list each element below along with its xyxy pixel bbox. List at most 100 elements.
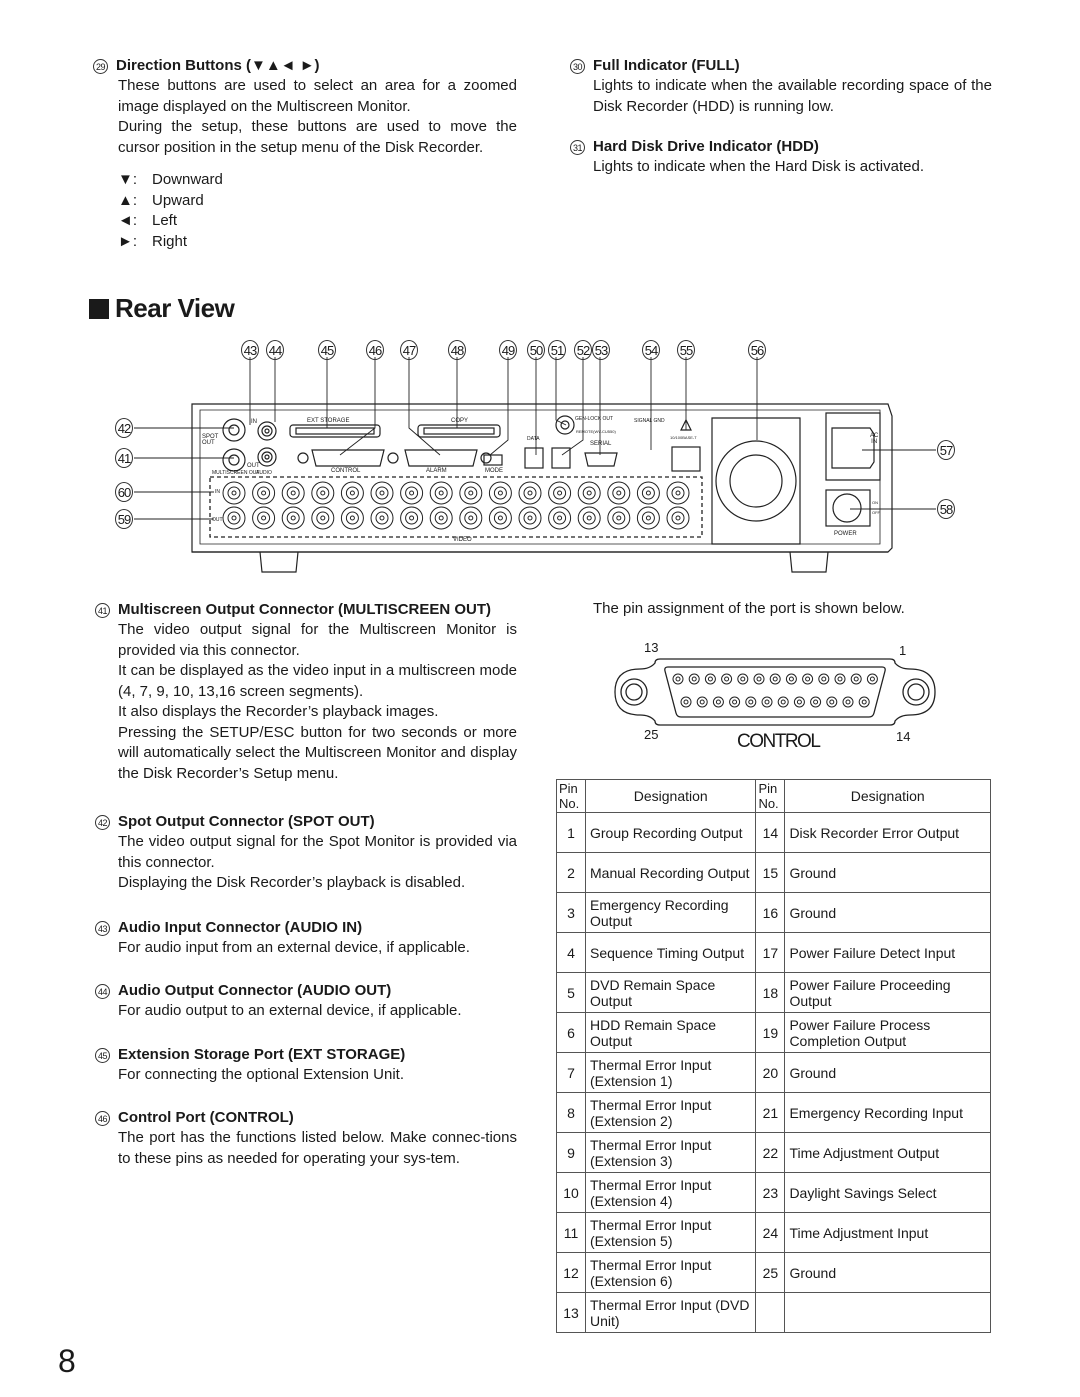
- pin-number: 13: [556, 1292, 586, 1333]
- bnc-connector: [671, 486, 685, 500]
- pin-number: 9: [556, 1132, 586, 1173]
- pin-intro: The pin assignment of the port is shown …: [593, 600, 905, 617]
- bnc-connector: [586, 490, 592, 496]
- bnc-connector: [612, 511, 626, 525]
- arrow-down-icon: ▼:: [118, 171, 138, 188]
- bnc-connector: [607, 481, 631, 505]
- db25-connector-drawing: [614, 658, 936, 726]
- label-serial: SERIAL: [590, 441, 612, 447]
- item-body: Lights to indicate when the available re…: [593, 77, 992, 115]
- item-title: Audio Input Connector (AUDIO IN): [118, 919, 363, 936]
- db25-pin: [826, 696, 838, 708]
- bnc-connector: [222, 481, 246, 505]
- db25-pin: [821, 676, 827, 682]
- arrow-right-icon: ►:: [118, 232, 138, 250]
- db25-pin: [683, 699, 689, 705]
- db25-pin: [834, 673, 846, 685]
- item-full-indicator: 30 Full Indicator (FULL) Lights to indic…: [570, 56, 992, 117]
- bnc-connector: [518, 506, 542, 530]
- label-copy: COPY: [451, 418, 469, 424]
- db25-pin: [829, 699, 835, 705]
- bnc-connector: [311, 506, 335, 530]
- header-designation: Designation: [584, 779, 757, 813]
- db25-pin: [837, 676, 843, 682]
- callout-41: 41: [115, 448, 133, 468]
- db25-pin: [850, 673, 862, 685]
- rear-view-diagram: 43 44 45 46 47 48 49 50 51 52 53 54 55 5…: [0, 330, 1080, 580]
- bnc-connector: [434, 486, 448, 500]
- bnc-connector: [290, 515, 296, 521]
- section-title: Rear View: [89, 293, 235, 324]
- bnc-connector: [281, 506, 305, 530]
- bnc-connector: [468, 515, 474, 521]
- arrow-up-entry: ▲: Upward: [118, 191, 517, 212]
- label-gen-lock-out: GEN-LOCK OUT: [575, 416, 614, 422]
- label-remote: REMOTE(WV-CU550): [576, 429, 616, 434]
- designation: Power Failure Process Completion Output: [784, 1012, 991, 1053]
- db25-pin: [845, 699, 851, 705]
- designation: Thermal Error Input (Extension 2): [584, 1092, 757, 1133]
- designation: [784, 1292, 991, 1333]
- arrow-up-icon: ▲:: [118, 191, 138, 209]
- db25-pin: [802, 673, 814, 685]
- bnc-connector: [286, 511, 300, 525]
- bnc-connector: [557, 490, 563, 496]
- db25-pin: [853, 676, 859, 682]
- callout-45: 45: [318, 340, 336, 360]
- item-ext-storage: 45 Extension Storage Port (EXT STORAGE) F…: [95, 1045, 517, 1086]
- item-body: The port has the functions listed below.…: [118, 1129, 517, 1167]
- callout-43: 43: [241, 340, 259, 360]
- designation: Ground: [784, 1252, 991, 1293]
- bnc-connector: [488, 481, 512, 505]
- db25-pin: [729, 696, 741, 708]
- pin-number: 6: [556, 1012, 586, 1053]
- paragraph: The video output signal for the Multiscr…: [118, 621, 517, 659]
- bnc-connector: [434, 511, 448, 525]
- callout-58: 58: [937, 499, 955, 519]
- bnc-connector: [286, 486, 300, 500]
- pin-number: 10: [556, 1172, 586, 1213]
- db25-pin: [724, 676, 730, 682]
- bnc-connector: [257, 486, 271, 500]
- arrow-down-entry: ▼: Downward: [118, 170, 517, 191]
- bnc-connector: [616, 490, 622, 496]
- bnc-connector: [252, 506, 276, 530]
- callout-49: 49: [499, 340, 517, 360]
- bnc-connector: [409, 490, 415, 496]
- bnc-connector: [582, 486, 596, 500]
- pin-number: 5: [556, 972, 586, 1013]
- designation: HDD Remain Space Output: [584, 1012, 757, 1053]
- pin-number: 17: [755, 932, 786, 973]
- bnc-connector: [675, 490, 681, 496]
- bnc-connector: [493, 486, 507, 500]
- item-control-port: 46 Control Port (CONTROL) The port has th…: [95, 1108, 517, 1169]
- bnc-connector: [290, 490, 296, 496]
- item-title: Full Indicator (FULL): [593, 57, 740, 74]
- item-title: Audio Output Connector (AUDIO OUT): [118, 982, 392, 999]
- bnc-connector: [409, 515, 415, 521]
- designation: DVD Remain Space Output: [584, 972, 757, 1013]
- label-ac-in: AC IN: [870, 433, 879, 445]
- db25-pin: [707, 676, 713, 682]
- pin-number: 4: [556, 932, 586, 973]
- bnc-connector: [636, 506, 660, 530]
- designation: Emergency Recording Output: [584, 892, 757, 933]
- item-spot-out: 42 Spot Output Connector (SPOT OUT) The v…: [95, 812, 517, 894]
- table-row: 12 Thermal Error Input (Extension 6) 25 Gro…: [556, 1252, 991, 1293]
- bnc-connector: [252, 481, 276, 505]
- db25-pin: [777, 696, 789, 708]
- paragraph: It can be displayed as the video input i…: [118, 662, 517, 700]
- item-title: Extension Storage Port (EXT STORAGE): [118, 1046, 406, 1063]
- bnc-connector: [370, 506, 394, 530]
- bnc-connector: [671, 511, 685, 525]
- item-body: For audio output to an external device, …: [118, 1002, 462, 1019]
- table-row: 11 Thermal Error Input (Extension 5) 24 Tim…: [556, 1212, 991, 1253]
- bnc-connector: [320, 490, 326, 496]
- pin-number: 20: [755, 1052, 786, 1093]
- paragraph: It also displays the Recorder’s playback…: [118, 703, 439, 720]
- callout-51: 51: [548, 340, 566, 360]
- paragraph: These buttons are used to select an area…: [118, 77, 517, 115]
- section-title-text: Rear View: [115, 293, 235, 323]
- callout-52: 52: [574, 340, 592, 360]
- callout-46: 46: [366, 340, 384, 360]
